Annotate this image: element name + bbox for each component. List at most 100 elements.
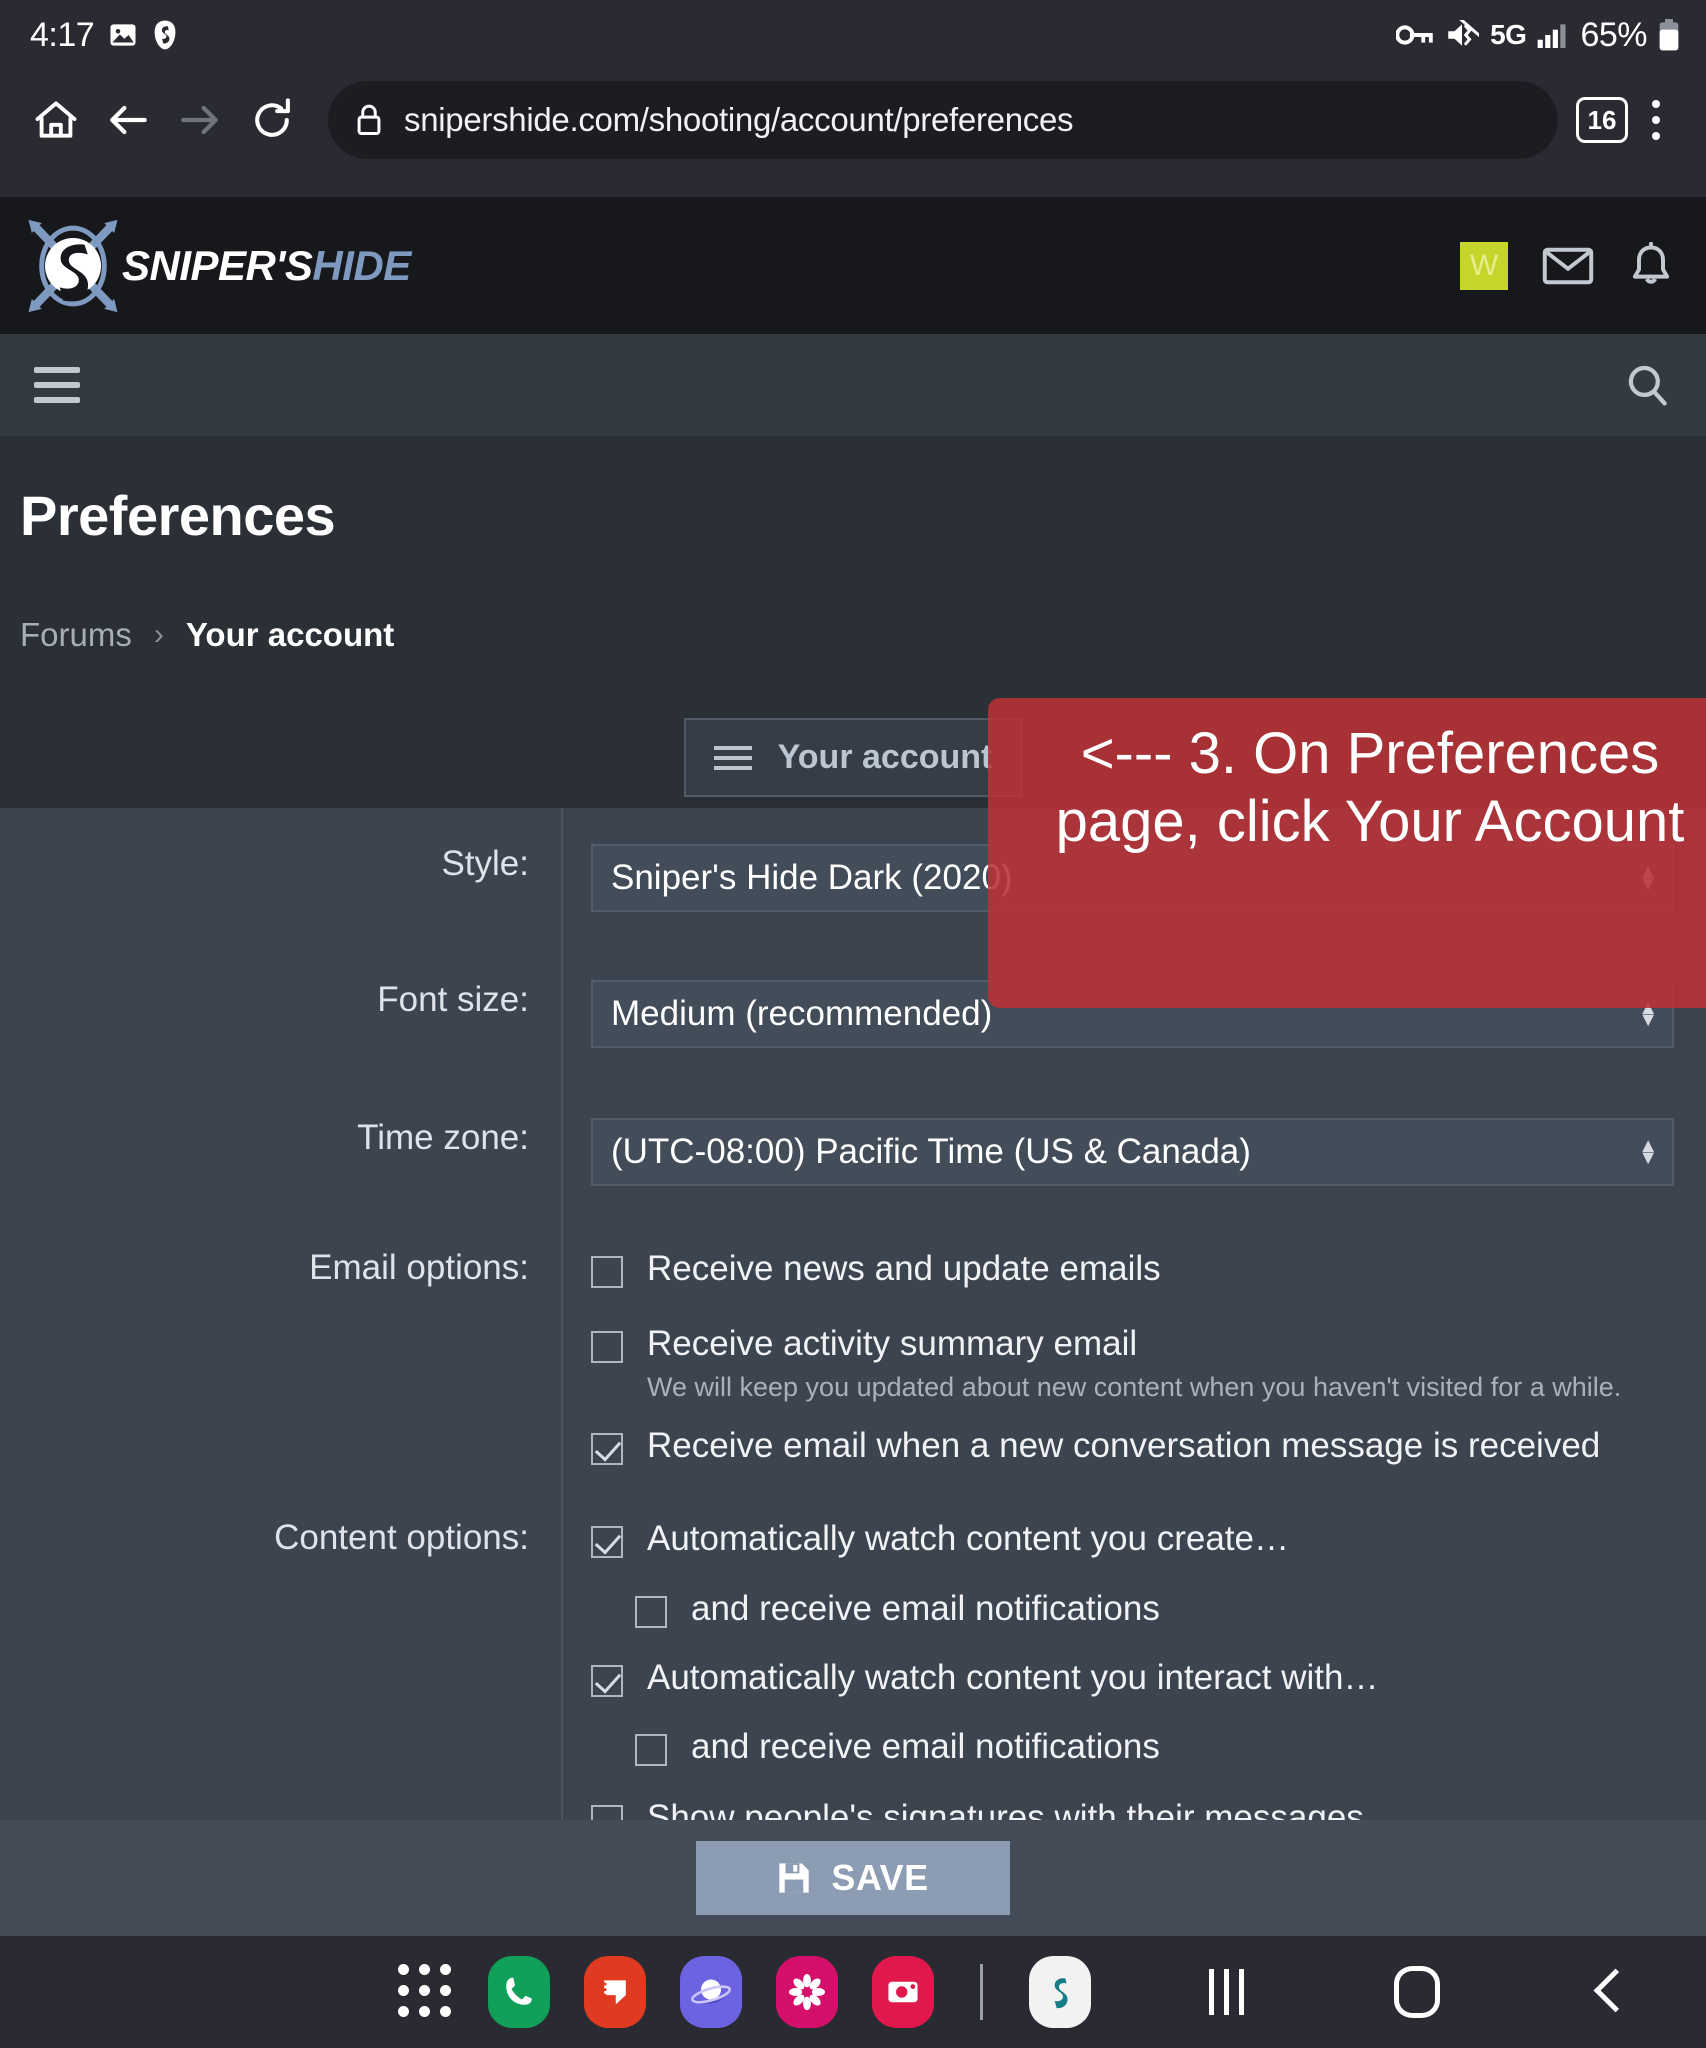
font-size-label: Font size:: [377, 980, 529, 1019]
envelope-icon[interactable]: [1542, 245, 1594, 287]
back-button[interactable]: [1590, 1969, 1622, 2015]
checkbox-row[interactable]: and receive email notifications: [635, 1588, 1674, 1629]
battery-percent-label: 65%: [1580, 15, 1647, 54]
status-left-group: 4:17: [30, 16, 178, 55]
system-navigation-bar: [1209, 1966, 1622, 2018]
dock-divider: [980, 1964, 983, 2020]
browser-toolbar: snipershide.com/shooting/account/prefere…: [0, 70, 1706, 170]
checkbox-with-help: Receive activity summary email We will k…: [647, 1323, 1621, 1403]
vpn-key-icon: [1396, 22, 1434, 48]
checkbox-label: Show people's signatures with their mess…: [647, 1798, 1364, 1820]
checkbox-watch-created-email[interactable]: [635, 1595, 667, 1628]
search-icon[interactable]: [1624, 362, 1670, 408]
menu-icon[interactable]: [1628, 84, 1684, 156]
status-right-group: 5G 65%: [1396, 16, 1680, 55]
bell-icon[interactable]: [1628, 241, 1674, 290]
app-drawer-icon[interactable]: [398, 1964, 454, 2020]
your-account-button[interactable]: Your account: [683, 718, 1023, 797]
checkbox-watch-interacted-email[interactable]: [635, 1734, 667, 1767]
dock-app-row: [398, 1956, 1091, 2028]
phone-icon[interactable]: [488, 1956, 550, 2028]
checkbox-row[interactable]: and receive email notifications: [635, 1726, 1674, 1767]
home-icon[interactable]: [20, 84, 92, 156]
camera-icon[interactable]: [872, 1956, 934, 2028]
checkbox-label: Receive activity summary email: [647, 1324, 1138, 1364]
image-icon: [108, 20, 138, 50]
checkbox-watch-interacted[interactable]: [591, 1664, 623, 1697]
checkbox-receive-news[interactable]: [591, 1256, 623, 1288]
time-zone-select-value: (UTC-08:00) Pacific Time (US & Canada): [611, 1132, 1251, 1171]
surfshark-icon[interactable]: [1029, 1956, 1091, 2028]
style-select-value: Sniper's Hide Dark (2020): [611, 858, 1013, 897]
form-column-divider: [561, 808, 563, 1820]
font-size-select-value: Medium (recommended): [611, 994, 993, 1033]
home-button[interactable]: [1394, 1966, 1440, 2018]
checkbox-help-text: We will keep you updated about new conte…: [647, 1371, 1622, 1402]
floppy-disk-icon: [777, 1861, 811, 1895]
checkbox-activity-summary[interactable]: [591, 1331, 623, 1364]
tab-switcher[interactable]: 16: [1576, 97, 1628, 143]
checkbox-label: Receive news and update emails: [647, 1249, 1161, 1288]
secondary-nav: [0, 334, 1706, 438]
messages-icon[interactable]: [584, 1956, 646, 2028]
chevron-right-icon: ›: [153, 618, 164, 651]
form-row-content-options: Content options: Automatically watch con…: [0, 1518, 1706, 1820]
style-label: Style:: [441, 844, 529, 883]
status-clock: 4:17: [30, 15, 95, 54]
select-arrows-icon: ▲▼: [1638, 1135, 1658, 1169]
checkbox-label: Receive email when a new conversation me…: [647, 1425, 1601, 1465]
checkbox-watch-created[interactable]: [591, 1526, 623, 1559]
form-row-email-options: Email options: Receive news and update e…: [0, 1248, 1706, 1466]
save-bar: SAVE: [0, 1820, 1706, 1936]
header-actions: W: [1460, 241, 1674, 290]
checkbox-row[interactable]: Automatically watch content you create…: [591, 1518, 1674, 1559]
lock-icon: [354, 103, 384, 137]
gallery-icon[interactable]: [776, 1956, 838, 2028]
brand-primary: SNIPER'S: [122, 241, 313, 289]
checkbox-show-signatures[interactable]: [591, 1805, 623, 1820]
breadcrumb-forums-link[interactable]: Forums: [20, 616, 132, 654]
hamburger-icon[interactable]: [34, 367, 80, 403]
checkbox-label: Automatically watch content you interact…: [647, 1657, 1379, 1697]
content-options-field: Automatically watch content you create… …: [561, 1518, 1706, 1820]
address-bar[interactable]: snipershide.com/shooting/account/prefere…: [328, 81, 1558, 159]
samsung-internet-icon[interactable]: [680, 1956, 742, 2028]
breadcrumb: Forums › Your account: [20, 616, 1686, 654]
phone-screen: 4:17 5G 65% snipershide.com/shooting/acc…: [0, 0, 1706, 2048]
save-button[interactable]: SAVE: [696, 1841, 1010, 1915]
android-status-bar: 4:17 5G 65%: [0, 0, 1706, 70]
checkbox-row[interactable]: Automatically watch content you interact…: [591, 1657, 1674, 1698]
checkbox-row[interactable]: Receive activity summary email We will k…: [591, 1323, 1674, 1403]
time-zone-label: Time zone:: [357, 1118, 529, 1157]
checkbox-label: Automatically watch content you create…: [647, 1519, 1289, 1559]
brand-secondary: HIDE: [312, 241, 411, 289]
avatar[interactable]: W: [1460, 241, 1508, 290]
recents-button[interactable]: [1209, 1969, 1244, 2015]
surfshark-icon: [152, 20, 178, 50]
annotation-callout: <--- 3. On Preferences page, click Your …: [988, 698, 1706, 1008]
site-logo[interactable]: SNIPER'SHIDE: [18, 210, 411, 322]
forward-icon[interactable]: [164, 84, 236, 156]
back-icon[interactable]: [92, 84, 164, 156]
url-text: snipershide.com/shooting/account/prefere…: [404, 101, 1074, 138]
breadcrumb-current: Your account: [185, 616, 395, 653]
crossed-arrows-logo-icon: [18, 210, 128, 322]
android-dock: [0, 1936, 1706, 2048]
checkbox-conversation-email[interactable]: [591, 1432, 623, 1465]
email-options-label: Email options:: [309, 1248, 529, 1287]
checkbox-label: and receive email notifications: [691, 1727, 1160, 1767]
checkbox-row[interactable]: Receive news and update emails: [591, 1248, 1674, 1289]
page-title: Preferences: [20, 484, 336, 547]
battery-icon: [1658, 19, 1680, 51]
content-options-label: Content options:: [274, 1518, 529, 1558]
network-type-label: 5G: [1490, 19, 1527, 50]
list-icon: [713, 745, 752, 770]
signal-bars-icon: [1537, 22, 1569, 48]
reload-icon[interactable]: [236, 84, 308, 156]
form-row-time-zone: Time zone: (UTC-08:00) Pacific Time (US …: [0, 1118, 1706, 1186]
brand-wordmark: SNIPER'SHIDE: [122, 242, 411, 290]
checkbox-row[interactable]: Show people's signatures with their mess…: [591, 1797, 1674, 1820]
time-zone-select[interactable]: (UTC-08:00) Pacific Time (US & Canada) ▲…: [591, 1118, 1674, 1186]
your-account-button-label: Your account: [777, 738, 993, 776]
checkbox-row[interactable]: Receive email when a new conversation me…: [591, 1425, 1674, 1466]
